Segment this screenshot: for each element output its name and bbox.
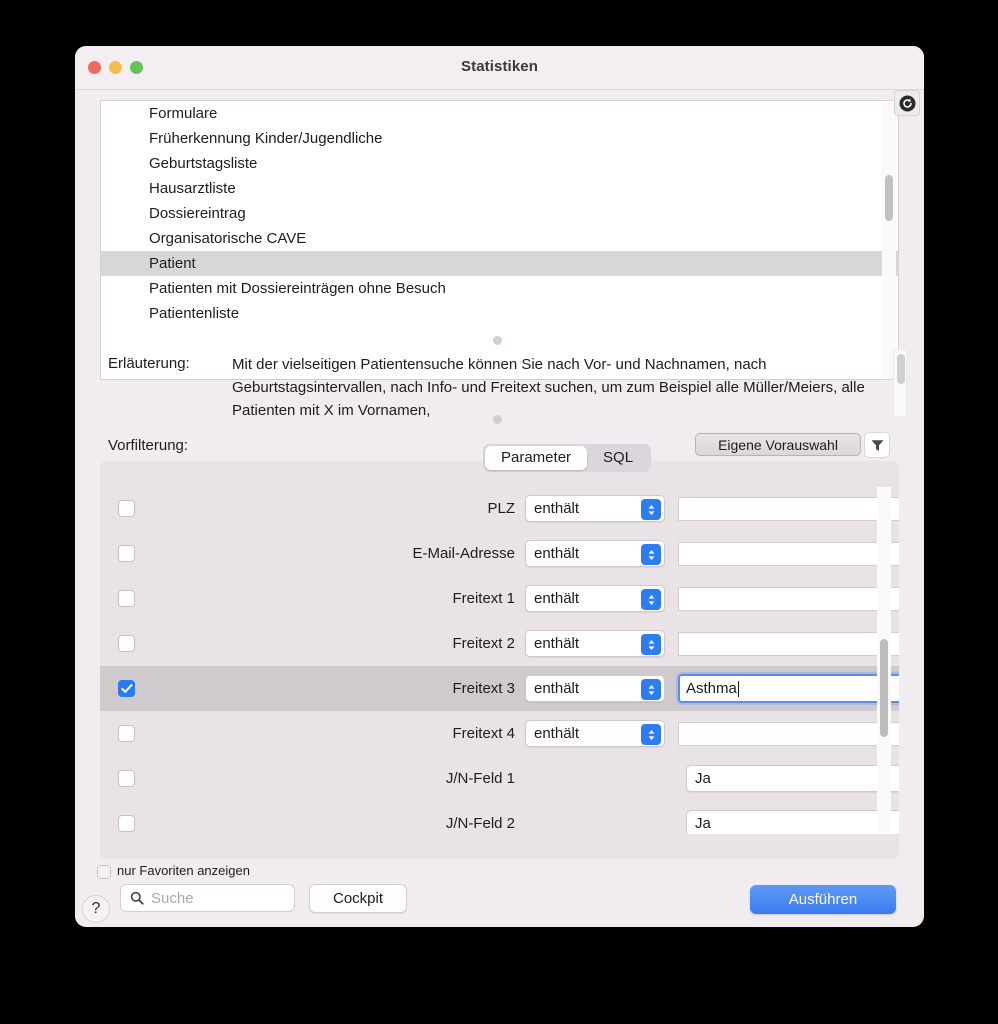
row-label: PLZ	[487, 500, 515, 517]
parameter-row: E-Mail-Adresse enthält	[100, 531, 899, 576]
operator-select[interactable]: enthält	[525, 630, 665, 657]
row-label: J/N-Feld 2	[445, 815, 515, 832]
list-item[interactable]: Früherkennung Kinder/Jugendliche	[101, 126, 898, 151]
window-title: Statistiken	[461, 58, 538, 75]
splitter-handle-top[interactable]	[493, 336, 502, 345]
funnel-icon	[871, 439, 883, 451]
operator-select[interactable]: enthält	[525, 720, 665, 747]
parameter-panel: Parameter SQL PLZ enthält E-Mail-Adresse en…	[100, 444, 899, 859]
stepper-arrows-icon[interactable]	[641, 634, 661, 655]
parameter-rows: PLZ enthält E-Mail-Adresse enthält Freitext …	[100, 486, 899, 834]
stepper-arrows-icon[interactable]	[641, 679, 661, 700]
operator-select[interactable]: enthält	[525, 540, 665, 567]
prefilter-selection-button[interactable]: Eigene Vorauswahl	[695, 433, 861, 456]
row-checkbox[interactable]	[118, 590, 135, 607]
explanation-label: Erläuterung:	[108, 355, 190, 372]
parameter-scrollbar[interactable]	[877, 487, 891, 832]
statistics-list-scrollbar[interactable]	[882, 103, 896, 379]
parameter-row: Freitext 4 enthält	[100, 711, 899, 756]
value-input[interactable]	[678, 496, 899, 521]
tab-parameter[interactable]: Parameter	[485, 446, 588, 470]
row-label: Freitext 1	[452, 590, 515, 607]
value-input[interactable]	[678, 721, 899, 746]
search-icon	[130, 891, 144, 905]
operator-select[interactable]: enthält	[525, 585, 665, 612]
row-label: Freitext 3	[452, 680, 515, 697]
row-checkbox[interactable]	[118, 680, 135, 697]
parameter-row: J/N-Feld 1 Ja	[100, 756, 899, 801]
list-item[interactable]: Geburtstagsliste	[101, 151, 898, 176]
row-label: E-Mail-Adresse	[412, 545, 515, 562]
row-checkbox[interactable]	[118, 725, 135, 742]
yesno-value: Ja	[695, 815, 711, 832]
favorites-only-label: nur Favoriten anzeigen	[117, 863, 250, 878]
search-field[interactable]: Suche	[120, 884, 295, 912]
statistics-window: Statistiken Formulare Früherkennung Kinde…	[75, 46, 924, 927]
operator-value: enthält	[534, 680, 580, 697]
operator-value: enthält	[534, 590, 580, 607]
list-item[interactable]: Patienten mit Dossiereinträgen ohne Besu…	[101, 276, 898, 301]
explanation-scrollbar[interactable]	[893, 349, 907, 417]
yesno-select[interactable]: Ja	[686, 810, 899, 834]
value-input[interactable]	[678, 586, 899, 611]
value-input[interactable]	[678, 631, 899, 656]
stepper-arrows-icon[interactable]	[641, 544, 661, 565]
search-input[interactable]: Suche	[151, 890, 194, 907]
parameter-row: J/N-Feld 2 Ja	[100, 801, 899, 834]
help-button[interactable]: ?	[82, 895, 110, 923]
scrollbar-thumb[interactable]	[885, 175, 893, 221]
stepper-arrows-icon[interactable]	[641, 589, 661, 610]
operator-value: enthält	[534, 725, 580, 742]
list-item[interactable]: Formulare	[101, 101, 898, 126]
row-checkbox[interactable]	[118, 815, 135, 832]
list-item[interactable]: Hausarztliste	[101, 176, 898, 201]
row-label: Freitext 2	[452, 635, 515, 652]
yesno-value: Ja	[695, 770, 711, 787]
value-text: Asthma	[686, 680, 737, 697]
refresh-button[interactable]	[894, 90, 920, 116]
parameter-row: PLZ enthält	[100, 486, 899, 531]
row-checkbox[interactable]	[118, 770, 135, 787]
refresh-icon	[899, 95, 915, 111]
stepper-arrows-icon[interactable]	[641, 724, 661, 745]
cockpit-button[interactable]: Cockpit	[309, 884, 407, 913]
operator-value: enthält	[534, 545, 580, 562]
filter-button[interactable]	[864, 432, 890, 458]
yesno-select[interactable]: Ja	[686, 765, 899, 792]
row-label: Freitext 4	[452, 725, 515, 742]
row-checkbox[interactable]	[118, 500, 135, 517]
scrollbar-thumb[interactable]	[880, 639, 888, 737]
value-input[interactable]	[678, 541, 899, 566]
scrollbar-thumb[interactable]	[897, 354, 905, 384]
execute-button[interactable]: Ausführen	[750, 885, 896, 914]
operator-value: enthält	[534, 635, 580, 652]
parameter-row: Freitext 3 enthält Asthma	[100, 666, 899, 711]
list-item[interactable]: Patient	[101, 251, 898, 276]
row-label: J/N-Feld 1	[445, 770, 515, 787]
row-checkbox[interactable]	[118, 545, 135, 562]
parameter-row: Freitext 2 enthält	[100, 621, 899, 666]
prefilter-label: Vorfilterung:	[108, 437, 189, 454]
operator-value: enthält	[534, 500, 580, 517]
stepper-arrows-icon[interactable]	[641, 499, 661, 520]
value-input[interactable]: Asthma	[678, 674, 899, 703]
favorites-only-checkbox[interactable]	[97, 865, 111, 879]
explanation-text: Mit der vielseitigen Patientensuche könn…	[232, 356, 865, 419]
parameter-row: Freitext 1 enthält	[100, 576, 899, 621]
list-item[interactable]: Organisatorische CAVE	[101, 226, 898, 251]
window-titlebar: Statistiken	[75, 46, 924, 90]
operator-select[interactable]: enthält	[525, 495, 665, 522]
text-caret	[737, 680, 739, 697]
list-item[interactable]: Patientenliste	[101, 301, 898, 326]
row-checkbox[interactable]	[118, 635, 135, 652]
tab-sql[interactable]: SQL	[587, 446, 649, 470]
operator-select[interactable]: enthält	[525, 675, 665, 702]
tab-bar: Parameter SQL	[483, 444, 652, 472]
list-item[interactable]: Dossiereintrag	[101, 201, 898, 226]
